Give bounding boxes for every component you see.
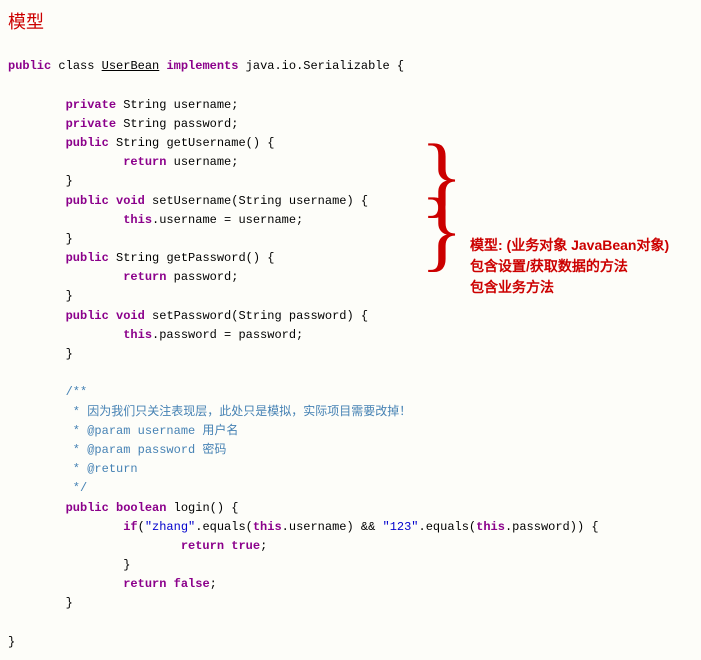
kw-public: public bbox=[66, 136, 109, 150]
txt: class bbox=[51, 59, 101, 73]
kw-return: return bbox=[181, 539, 224, 553]
txt: } bbox=[66, 174, 73, 188]
kw-this: this bbox=[123, 213, 152, 227]
kw-implements: implements bbox=[159, 59, 238, 73]
kw-public: public bbox=[8, 59, 51, 73]
txt: } bbox=[66, 596, 73, 610]
txt: setPassword(String password) { bbox=[145, 309, 368, 323]
annotation-line: 包含业务方法 bbox=[470, 277, 669, 298]
comment: * @param password 密码 bbox=[66, 443, 227, 457]
txt: .equals( bbox=[195, 520, 253, 534]
txt: String getUsername() { bbox=[109, 136, 275, 150]
kw-this: this bbox=[123, 328, 152, 342]
kw-public: public bbox=[66, 309, 109, 323]
field: username bbox=[159, 213, 217, 227]
kw-this: this bbox=[253, 520, 282, 534]
kw-return: return bbox=[123, 270, 166, 284]
comment: * @param username 用户名 bbox=[66, 424, 239, 438]
txt: ; bbox=[210, 577, 217, 591]
code-block: public class UserBean implements java.io… bbox=[8, 38, 693, 652]
kw-private: private bbox=[66, 117, 116, 131]
txt: password bbox=[166, 270, 231, 284]
txt: . bbox=[282, 520, 289, 534]
comment: */ bbox=[66, 481, 88, 495]
txt: = username; bbox=[217, 213, 303, 227]
txt: )) { bbox=[570, 520, 599, 534]
field: password bbox=[159, 328, 217, 342]
brace-icon: } } bbox=[420, 150, 463, 258]
field: username bbox=[174, 98, 232, 112]
txt: setUsername(String username) { bbox=[145, 194, 368, 208]
txt: String getPassword() { bbox=[109, 251, 275, 265]
txt: } bbox=[66, 232, 73, 246]
string: "zhang" bbox=[145, 520, 195, 534]
txt: String bbox=[116, 98, 174, 112]
txt: ; bbox=[231, 155, 238, 169]
txt: ; bbox=[231, 117, 238, 131]
txt: } bbox=[8, 635, 15, 649]
txt: ) && bbox=[346, 520, 382, 534]
field: password bbox=[512, 520, 570, 534]
kw-public: public bbox=[66, 501, 109, 515]
txt: ; bbox=[231, 98, 238, 112]
txt: = password; bbox=[217, 328, 303, 342]
txt: ( bbox=[138, 520, 145, 534]
field: username bbox=[289, 520, 347, 534]
kw-public: public bbox=[66, 251, 109, 265]
field: password bbox=[174, 117, 232, 131]
kw-void: void bbox=[109, 309, 145, 323]
comment: * @return bbox=[66, 462, 138, 476]
page-title: 模型 bbox=[8, 8, 693, 34]
kw-void: void bbox=[109, 194, 145, 208]
string: "123" bbox=[383, 520, 419, 534]
annotation: 模型: (业务对象 JavaBean对象) 包含设置/获取数据的方法 包含业务方… bbox=[470, 235, 669, 298]
kw-return: return bbox=[123, 155, 166, 169]
txt: } bbox=[66, 347, 73, 361]
txt: String bbox=[116, 117, 174, 131]
txt: java.io.Serializable { bbox=[238, 59, 404, 73]
annotation-line: 包含设置/获取数据的方法 bbox=[470, 256, 669, 277]
kw-false: false bbox=[166, 577, 209, 591]
kw-if: if bbox=[123, 520, 137, 534]
txt: login() { bbox=[166, 501, 238, 515]
comment: * 因为我们只关注表现层，此处只是模拟，实际项目需要改掉！ bbox=[66, 405, 412, 419]
comment: /** bbox=[66, 385, 88, 399]
txt: } bbox=[123, 558, 130, 572]
kw-public: public bbox=[66, 194, 109, 208]
txt: ; bbox=[231, 270, 238, 284]
kw-this: this bbox=[476, 520, 505, 534]
txt: .equals( bbox=[419, 520, 477, 534]
kw-true: true bbox=[224, 539, 260, 553]
kw-return: return bbox=[123, 577, 166, 591]
kw-boolean: boolean bbox=[109, 501, 167, 515]
annotation-line: 模型: (业务对象 JavaBean对象) bbox=[470, 235, 669, 256]
txt: ; bbox=[260, 539, 267, 553]
class-name: UserBean bbox=[102, 59, 160, 73]
txt: . bbox=[505, 520, 512, 534]
kw-private: private bbox=[66, 98, 116, 112]
txt: } bbox=[66, 289, 73, 303]
txt: username bbox=[166, 155, 231, 169]
